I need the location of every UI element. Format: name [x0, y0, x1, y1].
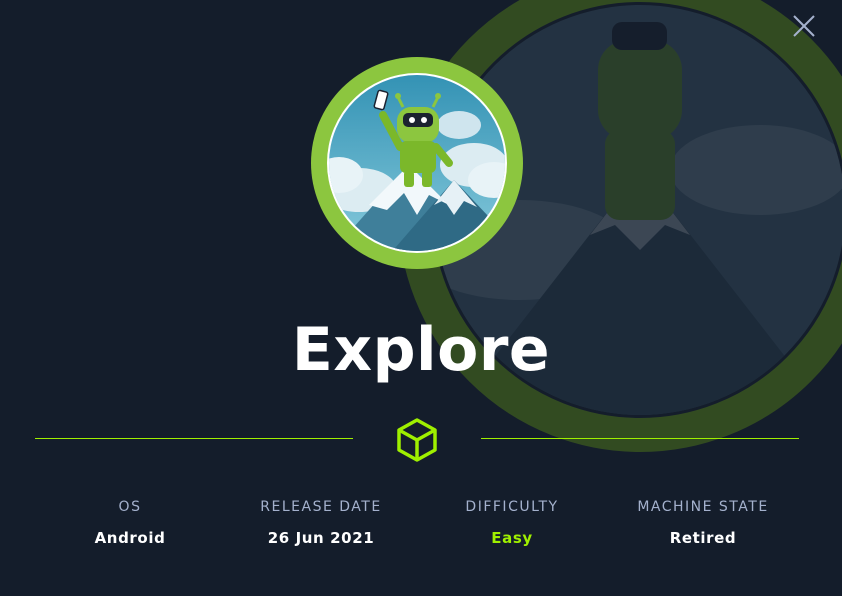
stat-label-release-date: RELEASE DATE: [260, 499, 382, 515]
machine-avatar: [311, 57, 523, 269]
stat-machine-state: MACHINE STATE Retired: [608, 496, 798, 549]
stat-value-difficulty: Easy: [491, 529, 533, 547]
stat-release-date: RELEASE DATE 26 Jun 2021: [226, 496, 416, 549]
machine-name: Explore: [291, 315, 551, 385]
stat-label-difficulty: DIFFICULTY: [465, 499, 559, 515]
stat-difficulty: DIFFICULTY Easy: [417, 496, 607, 549]
divider-left: [35, 438, 353, 439]
close-button[interactable]: [788, 10, 820, 42]
close-icon: [793, 15, 815, 37]
stat-label-machine-state: MACHINE STATE: [637, 499, 769, 515]
stat-value-machine-state: Retired: [669, 529, 737, 547]
stat-value-release-date: 26 Jun 2021: [267, 529, 375, 547]
stat-value-os: Android: [94, 529, 166, 547]
cube-icon: [397, 418, 437, 462]
stat-label-os: OS: [118, 499, 142, 515]
divider-right: [481, 438, 799, 439]
stat-os: OS Android: [35, 496, 225, 549]
